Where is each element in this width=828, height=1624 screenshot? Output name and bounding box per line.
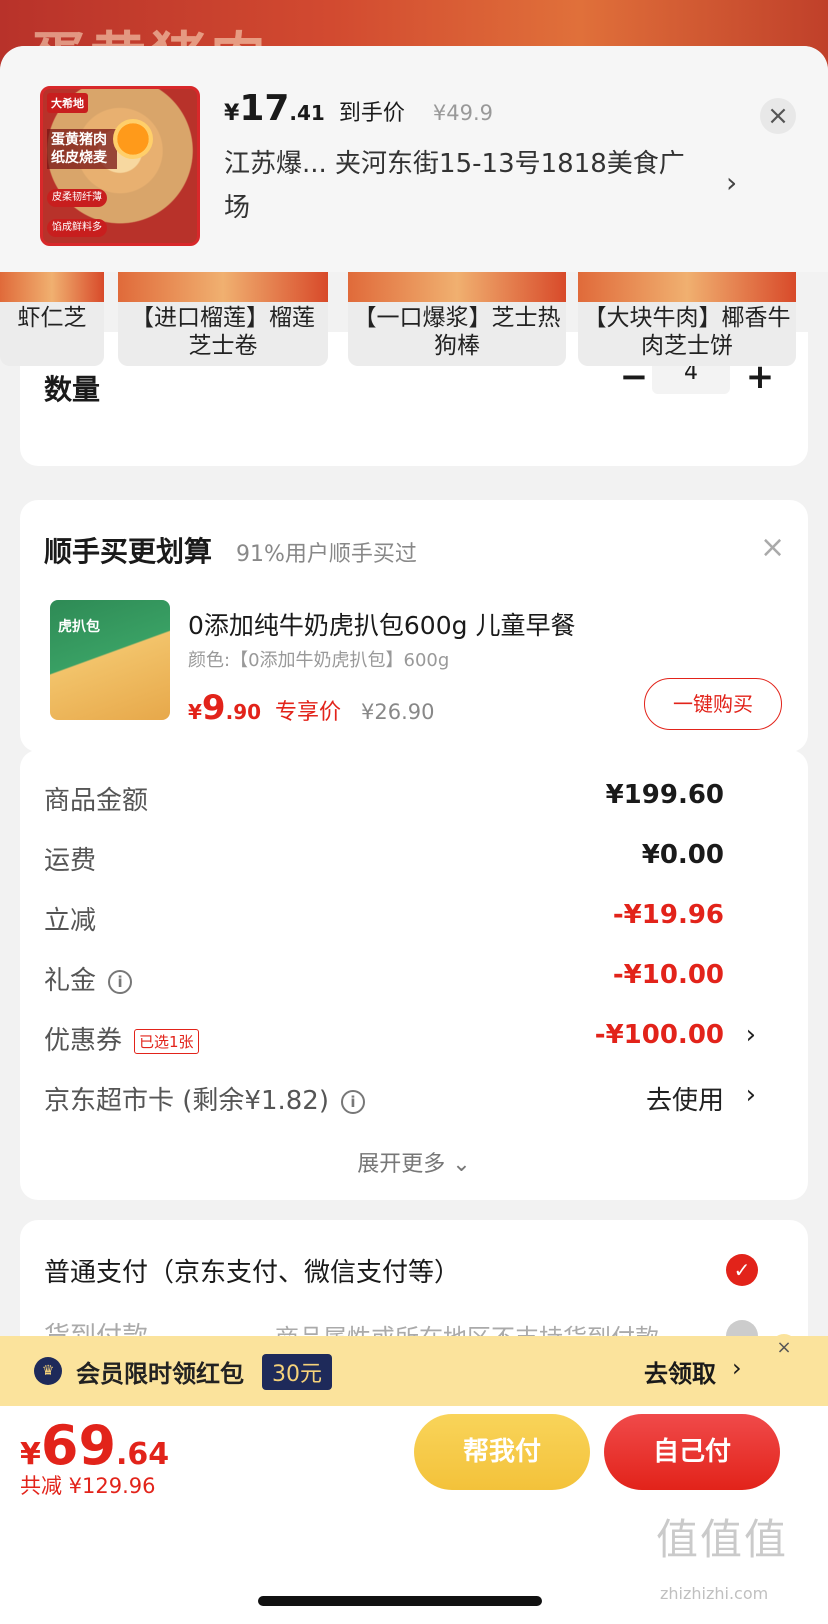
summary-row-goods: 商品金额 ¥199.60 bbox=[44, 780, 784, 820]
discount-value: -¥19.96 bbox=[612, 900, 724, 930]
expand-more-label: 展开更多 bbox=[357, 1152, 446, 1177]
original-price: ¥49.9 bbox=[432, 101, 493, 125]
supermarket-card-label: 京东超市卡 (剩余¥1.82) bbox=[44, 1086, 329, 1116]
one-click-buy-button[interactable]: 一键购买 bbox=[644, 678, 782, 730]
total-integer: 69 bbox=[40, 1414, 117, 1477]
chevron-right-icon[interactable]: › bbox=[746, 1080, 756, 1110]
close-icon[interactable]: × bbox=[760, 530, 785, 565]
related-title: 【进口榴莲】榴莲芝士卷 bbox=[131, 305, 315, 359]
summary-row-gift: 礼金 i -¥10.00 bbox=[44, 960, 784, 1000]
summary-row-card[interactable]: 京东超市卡 (剩余¥1.82) i 去使用 › bbox=[44, 1080, 784, 1120]
coupon-selected-badge: 已选1张 bbox=[134, 1029, 199, 1054]
upsell-price-integer: 9 bbox=[201, 688, 226, 728]
price-integer: 17 bbox=[239, 88, 290, 129]
chevron-right-icon[interactable]: › bbox=[726, 166, 737, 199]
upsell-image-label: 虎扒包 bbox=[58, 619, 100, 635]
upsell-title: 顺手买更划算 bbox=[44, 535, 213, 568]
chevron-down-icon: ⌄ bbox=[452, 1152, 471, 1177]
thumb-badge-2: 馅成鲜料多 bbox=[47, 219, 107, 237]
upsell-product-name[interactable]: 0添加纯牛奶虎扒包600g 儿童早餐 bbox=[188, 606, 575, 642]
total-decimal: .64 bbox=[116, 1437, 170, 1472]
related-image bbox=[348, 272, 566, 302]
price-label: 到手价 bbox=[338, 101, 405, 126]
watermark-logo: 值值值 bbox=[656, 1515, 789, 1564]
chevron-right-icon[interactable]: › bbox=[746, 1020, 756, 1050]
goods-amount-value: ¥199.60 bbox=[605, 780, 724, 810]
product-thumbnail: 大希地 蛋黄猪肉纸皮烧麦 皮柔韧纤薄 馅成鲜料多 bbox=[40, 86, 200, 246]
upsell-price-label: 专享价 bbox=[275, 700, 342, 725]
thumb-product-name: 蛋黄猪肉纸皮烧麦 bbox=[47, 129, 117, 169]
delivery-address[interactable]: 江苏爆... 夹河东街15-13号1818美食广场 bbox=[224, 142, 694, 230]
shipping-label: 运费 bbox=[44, 846, 97, 876]
egg-yolk-image bbox=[113, 119, 153, 159]
checkmark-icon[interactable]: ✓ bbox=[726, 1254, 758, 1286]
card-label-wrap: 京东超市卡 (剩余¥1.82) i bbox=[44, 1080, 365, 1117]
related-card[interactable]: 【进口榴莲】榴莲芝士卷 bbox=[118, 272, 328, 366]
coupon-label-wrap: 优惠券 已选1张 bbox=[44, 1020, 199, 1057]
coupon-label: 优惠券 bbox=[44, 1026, 123, 1056]
related-products-strip: 虾仁芝 【进口榴莲】榴莲芝士卷 【一口爆浆】芝士热狗棒 【大块牛肉】椰香牛肉芝士… bbox=[0, 272, 828, 368]
related-title: 【一口爆浆】芝士热狗棒 bbox=[353, 305, 561, 359]
price-currency: ¥ bbox=[224, 101, 240, 126]
member-red-packet-banner[interactable]: ♛ 会员限时领红包 30元 去领取 › × bbox=[0, 1334, 828, 1406]
crown-icon: ♛ bbox=[34, 1357, 62, 1385]
gift-value: -¥10.00 bbox=[612, 960, 724, 990]
related-card[interactable]: 虾仁芝 bbox=[0, 272, 104, 366]
shipping-value: ¥0.00 bbox=[641, 840, 724, 870]
summary-row-shipping: 运费 ¥0.00 bbox=[44, 840, 784, 880]
upsell-card: 顺手买更划算 91%用户顺手买过 × 虎扒包 0添加纯牛奶虎扒包600g 儿童早… bbox=[20, 500, 808, 752]
thumb-badge-1: 皮柔韧纤薄 bbox=[47, 189, 107, 207]
upsell-price-decimal: .90 bbox=[225, 700, 262, 724]
total-currency: ¥ bbox=[20, 1437, 41, 1472]
info-icon[interactable]: i bbox=[341, 1089, 365, 1114]
close-icon[interactable]: × bbox=[770, 1334, 798, 1362]
total-savings: 共减 ¥129.96 bbox=[20, 1474, 156, 1498]
close-icon[interactable]: × bbox=[760, 98, 796, 134]
related-title: 虾仁芝 bbox=[17, 305, 87, 331]
pay-myself-button[interactable]: 自己付 bbox=[604, 1414, 780, 1490]
gift-label: 礼金 bbox=[44, 966, 97, 996]
banner-claim-link[interactable]: 去领取 bbox=[644, 1354, 716, 1389]
quantity-label: 数量 bbox=[44, 373, 101, 406]
banner-text: 会员限时领红包 bbox=[76, 1360, 244, 1388]
upsell-product-spec: 颜色:【0添加牛奶虎扒包】600g bbox=[188, 650, 450, 671]
upsell-original-price: ¥26.90 bbox=[361, 700, 435, 724]
product-price: ¥ 17 .41 到手价 ¥49.9 bbox=[224, 88, 493, 129]
help-me-pay-button[interactable]: 帮我付 bbox=[414, 1414, 590, 1490]
summary-row-coupon[interactable]: 优惠券 已选1张 -¥100.00 › bbox=[44, 1020, 784, 1060]
upsell-product-image[interactable]: 虎扒包 bbox=[50, 600, 170, 720]
related-card[interactable]: 【大块牛肉】椰香牛肉芝士饼 bbox=[578, 272, 796, 366]
card-use-value[interactable]: 去使用 bbox=[646, 1080, 724, 1117]
goods-amount-label: 商品金额 bbox=[44, 786, 149, 816]
upsell-price-currency: ¥ bbox=[188, 700, 202, 724]
related-image bbox=[118, 272, 328, 302]
related-image bbox=[0, 272, 104, 302]
related-image bbox=[578, 272, 796, 302]
coupon-value: -¥100.00 bbox=[594, 1020, 724, 1050]
expand-more-button[interactable]: 展开更多 ⌄ bbox=[20, 1146, 808, 1178]
related-card[interactable]: 【一口爆浆】芝士热狗棒 bbox=[348, 272, 566, 366]
checkout-bottom-bar: ¥ 69 .64 共减 ¥129.96 帮我付 自己付 值值值 zhizhizh… bbox=[0, 1406, 828, 1624]
discount-label: 立减 bbox=[44, 906, 97, 936]
info-icon[interactable]: i bbox=[108, 969, 133, 994]
watermark-url: zhizhizhi.com bbox=[660, 1584, 769, 1603]
upsell-price: ¥ 9 .90 专享价 ¥26.90 bbox=[188, 688, 435, 728]
brand-tag: 大希地 bbox=[47, 93, 88, 113]
upsell-subtitle: 91%用户顺手买过 bbox=[236, 542, 417, 567]
total-price: ¥ 69 .64 bbox=[20, 1414, 169, 1477]
normal-payment-option[interactable]: 普通支付（京东支付、微信支付等） bbox=[44, 1252, 460, 1289]
product-header: 大希地 蛋黄猪肉纸皮烧麦 皮柔韧纤薄 馅成鲜料多 ¥ 17 .41 到手价 ¥4… bbox=[0, 46, 828, 272]
related-title: 【大块牛肉】椰香牛肉芝士饼 bbox=[583, 305, 791, 359]
banner-amount: 30元 bbox=[262, 1354, 332, 1390]
price-decimal: .41 bbox=[289, 101, 325, 125]
home-indicator[interactable] bbox=[258, 1596, 542, 1606]
gift-label-wrap: 礼金 i bbox=[44, 960, 133, 997]
summary-row-discount: 立减 -¥19.96 bbox=[44, 900, 784, 940]
order-summary-card: 商品金额 ¥199.60 运费 ¥0.00 立减 -¥19.96 礼金 i -¥1… bbox=[20, 750, 808, 1200]
chevron-right-icon[interactable]: › bbox=[732, 1354, 742, 1382]
